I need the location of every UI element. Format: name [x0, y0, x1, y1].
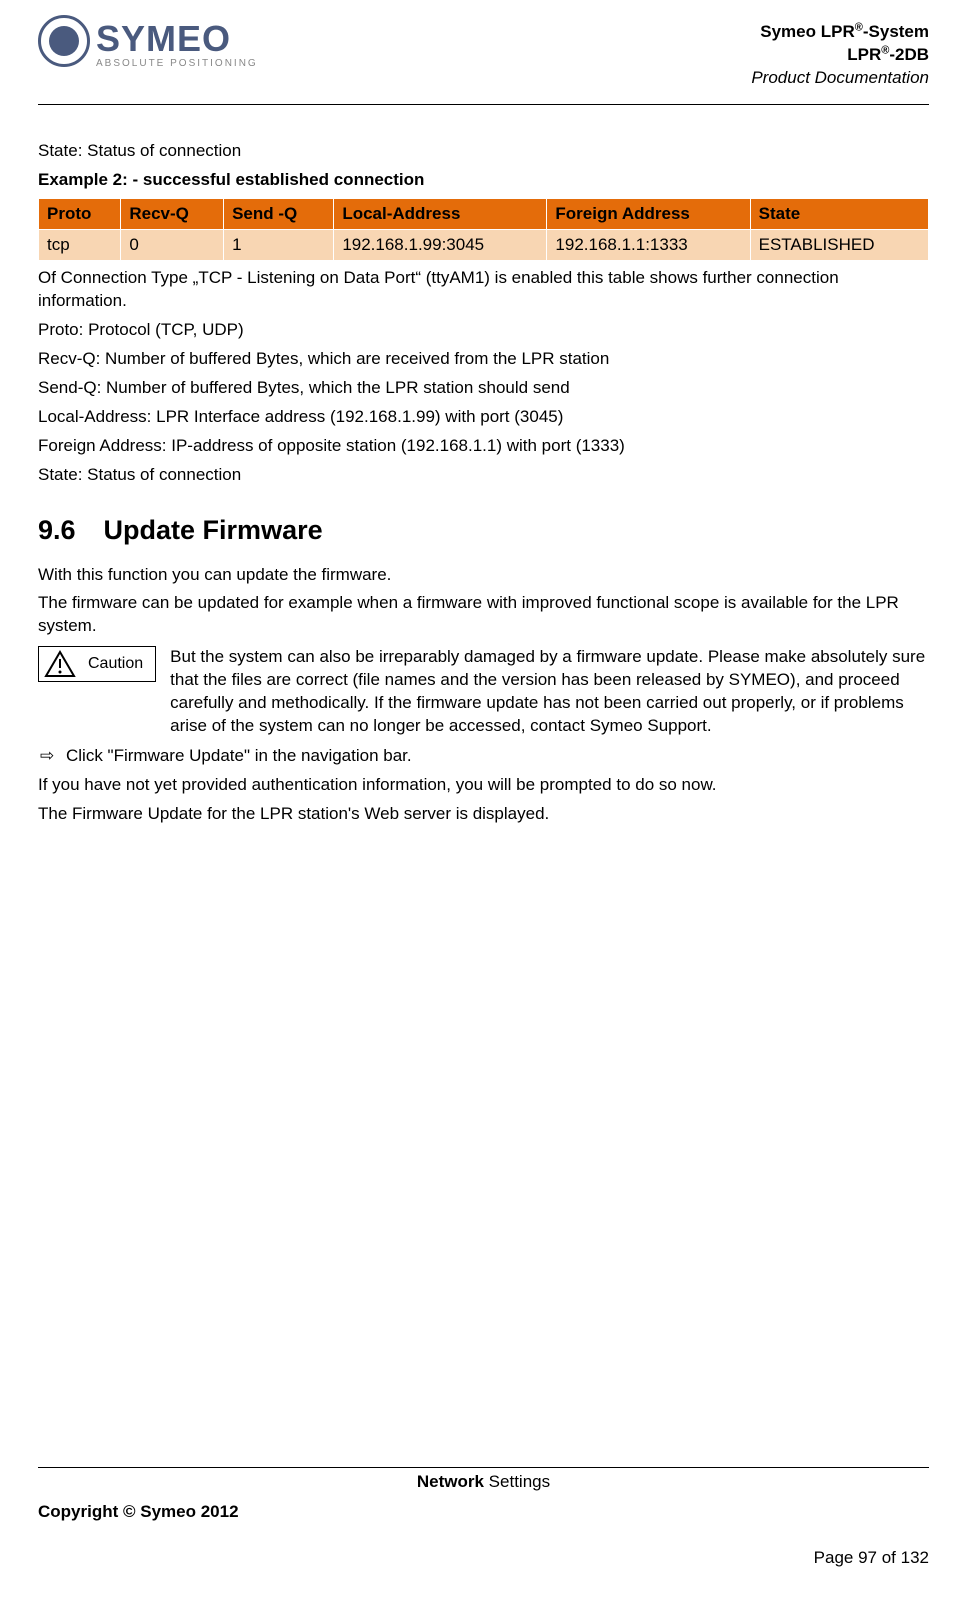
foreign-desc: Foreign Address: IP-address of opposite …	[38, 435, 929, 458]
logo-text: SYMEO	[96, 23, 258, 55]
header-line2-suffix: -2DB	[889, 45, 929, 64]
td-state: ESTABLISHED	[750, 230, 928, 261]
after-table-text: Of Connection Type „TCP - Listening on D…	[38, 267, 929, 313]
state-line-1: State: Status of connection	[38, 140, 929, 163]
section-heading: 9.6 Update Firmware	[38, 515, 929, 546]
display-note: The Firmware Update for the LPR station'…	[38, 803, 929, 826]
td-local: 192.168.1.99:3045	[334, 230, 547, 261]
example-heading: Example 2: - successful established conn…	[38, 169, 929, 192]
caution-box: Caution	[38, 646, 156, 682]
header-line1-prefix: Symeo LPR	[760, 22, 854, 41]
logo-subtext: ABSOLUTE POSITIONING	[96, 58, 258, 69]
caution-text: But the system can also be irreparably d…	[170, 646, 929, 738]
section-title: Update Firmware	[104, 515, 323, 545]
header-line3: Product Documentation	[751, 68, 929, 87]
footer-section-title: Network Settings	[38, 1472, 929, 1492]
auth-note: If you have not yet provided authenticat…	[38, 774, 929, 797]
footer-copyright: Copyright © Symeo 2012	[38, 1502, 929, 1522]
func-desc: With this function you can update the fi…	[38, 564, 929, 587]
page-content: State: Status of connection Example 2: -…	[38, 140, 929, 826]
connection-table: Proto Recv-Q Send -Q Local-Address Forei…	[38, 198, 929, 261]
th-recvq: Recv-Q	[121, 199, 224, 230]
sendq-desc: Send-Q: Number of buffered Bytes, which …	[38, 377, 929, 400]
header-line2-prefix: LPR	[847, 45, 881, 64]
section-number: 9.6	[38, 515, 76, 546]
step-text: Click "Firmware Update" in the navigatio…	[66, 746, 412, 766]
caution-label: Caution	[88, 655, 143, 673]
table-header-row: Proto Recv-Q Send -Q Local-Address Forei…	[39, 199, 929, 230]
arrow-icon: ⇨	[38, 746, 56, 766]
header-line1-sup: ®	[855, 21, 863, 33]
state-line-2: State: Status of connection	[38, 464, 929, 487]
table-row: tcp 0 1 192.168.1.99:3045 192.168.1.1:13…	[39, 230, 929, 261]
warning-icon	[44, 650, 76, 678]
td-sendq: 1	[224, 230, 334, 261]
header-title-block: Symeo LPR®-System LPR®-2DB Product Docum…	[751, 20, 929, 90]
page-footer: Network Settings Copyright © Symeo 2012 …	[38, 1467, 929, 1568]
logo-icon	[38, 15, 90, 67]
footer-section-bold: Network	[417, 1472, 484, 1491]
td-proto: tcp	[39, 230, 121, 261]
th-foreign: Foreign Address	[547, 199, 750, 230]
td-foreign: 192.168.1.1:1333	[547, 230, 750, 261]
th-local: Local-Address	[334, 199, 547, 230]
header-line1-suffix: -System	[863, 22, 929, 41]
logo: SYMEO ABSOLUTE POSITIONING	[38, 20, 258, 72]
footer-page-number: Page 97 of 132	[38, 1548, 929, 1568]
step-item: ⇨ Click "Firmware Update" in the navigat…	[38, 746, 929, 766]
th-proto: Proto	[39, 199, 121, 230]
footer-section-rest: Settings	[484, 1472, 550, 1491]
local-desc: Local-Address: LPR Interface address (19…	[38, 406, 929, 429]
th-state: State	[750, 199, 928, 230]
proto-desc: Proto: Protocol (TCP, UDP)	[38, 319, 929, 342]
page-header: SYMEO ABSOLUTE POSITIONING Symeo LPR®-Sy…	[38, 20, 929, 105]
fw-scope: The firmware can be updated for example …	[38, 592, 929, 638]
th-sendq: Send -Q	[224, 199, 334, 230]
td-recvq: 0	[121, 230, 224, 261]
recvq-desc: Recv-Q: Number of buffered Bytes, which …	[38, 348, 929, 371]
